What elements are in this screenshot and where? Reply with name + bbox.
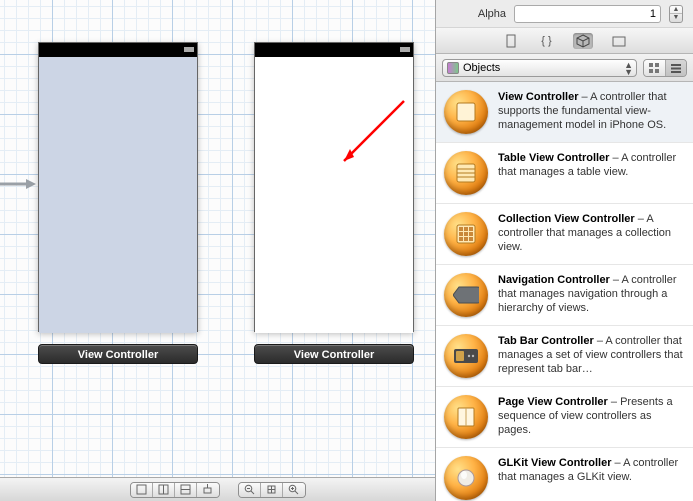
align-button[interactable] (131, 483, 153, 497)
navigation-controller-icon (444, 273, 488, 317)
library-tabs: { } (436, 28, 693, 54)
library-item-text: View Controller – A controller that supp… (498, 90, 683, 134)
library-list[interactable]: View Controller – A controller that supp… (436, 82, 693, 501)
chevron-updown-icon: ▲▼ (624, 62, 633, 76)
scene-a[interactable]: View Controller (38, 42, 198, 364)
alpha-row: Alpha ▲ ▼ (436, 0, 693, 28)
library-item-text: Collection View Controller – A controlle… (498, 212, 683, 256)
collection-view-controller-icon (444, 212, 488, 256)
zoom-segment (238, 482, 306, 498)
library-item-text: Page View Controller – Presents a sequen… (498, 395, 683, 439)
table-view-controller-icon (444, 151, 488, 195)
scene-b-body[interactable] (255, 57, 413, 333)
objects-popup[interactable]: Objects ▲▼ (442, 59, 637, 77)
library-list-view[interactable] (666, 60, 687, 76)
library-item-collection-view-controller[interactable]: Collection View Controller – A controlle… (436, 204, 693, 265)
battery-icon (400, 47, 410, 52)
alpha-input[interactable] (514, 5, 661, 23)
canvas-toolbar (0, 477, 435, 501)
glkit-view-controller-icon (444, 456, 488, 500)
library-item-view-controller[interactable]: View Controller – A controller that supp… (436, 82, 693, 143)
object-library-tab[interactable] (573, 33, 593, 49)
battery-icon (184, 47, 194, 52)
stepper-down-icon[interactable]: ▼ (670, 14, 682, 22)
library-item-text: Table View Controller – A controller tha… (498, 151, 683, 195)
tab-bar-controller-icon (444, 334, 488, 378)
library-header: Objects ▲▼ (436, 54, 693, 82)
objects-popup-label: Objects (463, 62, 500, 74)
library-view-mode (643, 59, 687, 77)
status-bar (39, 43, 197, 57)
zoom-actual-button[interactable] (261, 483, 283, 497)
alpha-label: Alpha (446, 8, 506, 20)
utilities-panel: Alpha ▲ ▼ { } Objects (435, 0, 693, 501)
library-item-glkit-view-controller[interactable]: GLKit View Controller – A controller tha… (436, 448, 693, 501)
library-item-table-view-controller[interactable]: Table View Controller – A controller tha… (436, 143, 693, 204)
pin-button[interactable] (153, 483, 175, 497)
scene-a-label[interactable]: View Controller (38, 344, 198, 364)
library-item-text: Navigation Controller – A controller tha… (498, 273, 683, 317)
xcode-window: View Controller View Controller (0, 0, 693, 501)
library-item-page-view-controller[interactable]: Page View Controller – Presents a sequen… (436, 387, 693, 448)
scene-b-view[interactable] (254, 42, 414, 332)
page-view-controller-icon (444, 395, 488, 439)
code-snippet-tab[interactable]: { } (537, 33, 557, 49)
align-segment (130, 482, 220, 498)
scene-a-body[interactable] (39, 57, 197, 333)
alpha-stepper[interactable]: ▲ ▼ (669, 5, 683, 23)
library-icon-view[interactable] (644, 60, 666, 76)
scene-b-label[interactable]: View Controller (254, 344, 414, 364)
file-template-tab[interactable] (501, 33, 521, 49)
objects-popup-icon (447, 62, 459, 74)
status-bar (255, 43, 413, 57)
initial-scene-arrow[interactable] (0, 178, 36, 190)
library-item-tab-bar-controller[interactable]: Tab Bar Controller – A controller that m… (436, 326, 693, 387)
resolve-button[interactable] (175, 483, 197, 497)
resize-button[interactable] (197, 483, 219, 497)
library-item-text: Tab Bar Controller – A controller that m… (498, 334, 683, 378)
scene-a-view[interactable] (38, 42, 198, 332)
library-item-navigation-controller[interactable]: Navigation Controller – A controller tha… (436, 265, 693, 326)
storyboard-canvas[interactable]: View Controller View Controller (0, 0, 435, 501)
view-controller-icon (444, 90, 488, 134)
stepper-up-icon[interactable]: ▲ (670, 6, 682, 15)
zoom-out-button[interactable] (239, 483, 261, 497)
zoom-in-button[interactable] (283, 483, 305, 497)
media-library-tab[interactable] (609, 33, 629, 49)
library-item-text: GLKit View Controller – A controller tha… (498, 456, 683, 500)
scene-b[interactable]: View Controller (254, 42, 414, 364)
